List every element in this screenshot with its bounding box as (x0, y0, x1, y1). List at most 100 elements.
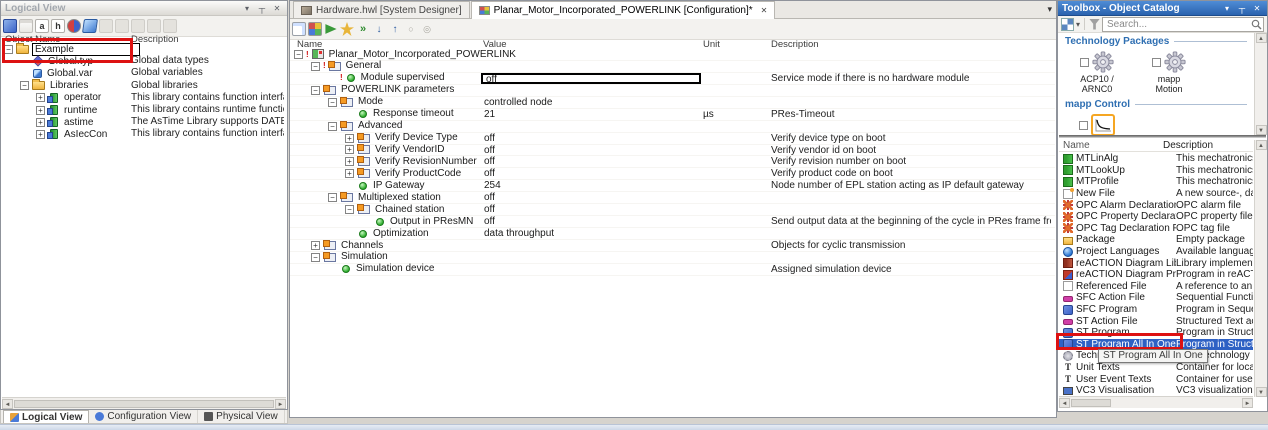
refresh-icon[interactable] (67, 19, 81, 33)
navigate-icon[interactable] (340, 22, 354, 36)
param-row-chained-station[interactable]: −Chained stationoff (290, 204, 1055, 216)
pin-icon[interactable]: ┬ (1236, 3, 1248, 14)
data-type-file-icon[interactable]: a (35, 19, 49, 33)
plus-expander-icon[interactable]: + (36, 93, 45, 102)
scroll-thumb[interactable] (14, 400, 274, 408)
chevron-down-icon[interactable]: ▾ (1221, 3, 1233, 14)
object-item-mtprofile[interactable]: MTProfileThis mechatronics library cor (1059, 176, 1253, 188)
column-description[interactable]: Description (1163, 140, 1253, 151)
param-value[interactable]: off (481, 168, 701, 179)
scroll-right-icon[interactable]: ► (275, 399, 286, 409)
param-row-planar-motor-incorporated-powerlink[interactable]: −!Planar_Motor_Incorporated_POWERLINK (290, 49, 1055, 61)
export-icon[interactable] (292, 22, 306, 36)
minus-expander-icon[interactable]: − (328, 122, 337, 131)
pin-icon[interactable]: ┬ (256, 3, 268, 14)
chevron-down-icon[interactable]: ▾ (241, 3, 253, 14)
scroll-up-icon[interactable]: ▲ (1256, 140, 1267, 150)
param-value[interactable] (481, 49, 701, 60)
object-item-user-event-texts[interactable]: TUser Event TextsContainer for user defi… (1059, 373, 1253, 385)
param-value[interactable] (481, 121, 701, 132)
param-row-verify-revisionnumber[interactable]: +Verify RevisionNumberoffVerify revision… (290, 156, 1055, 168)
object-item-reaction-diagram-library[interactable]: reACTION Diagram LibraryLibrary implemen… (1059, 257, 1253, 269)
param-row-channels[interactable]: +ChannelsObjects for cyclic transmission (290, 240, 1055, 252)
object-item-mtlinalg[interactable]: MTLinAlgThis mechatronics library cor (1059, 153, 1253, 165)
sort-descending-icon[interactable]: ↓ (372, 22, 386, 36)
object-item-st-action-file[interactable]: ST Action FileStructured Text action fil… (1059, 315, 1253, 327)
object-item-new-file[interactable]: New FileA new source-, data object-. (1059, 188, 1253, 200)
tree-item-example[interactable]: −Example (1, 43, 286, 55)
toolbox-item-control[interactable]: Control (1069, 112, 1125, 135)
scroll-left-icon[interactable]: ◄ (2, 399, 13, 409)
param-row-simulation-device[interactable]: Simulation deviceAssigned simulation dev… (290, 264, 1055, 276)
param-row-mode[interactable]: −Modecontrolled node (290, 97, 1055, 109)
compare-icon[interactable]: » (356, 22, 370, 36)
param-value[interactable]: off (481, 156, 701, 167)
checkbox[interactable] (1080, 58, 1089, 67)
filter-icon[interactable] (1089, 19, 1100, 30)
insert-icon[interactable] (324, 22, 338, 36)
object-item-opc-tag-declaration-file[interactable]: OPC Tag Declaration FileOPC tag file (1059, 223, 1253, 235)
view-tab-logical-view[interactable]: Logical View (3, 410, 89, 423)
minus-expander-icon[interactable]: − (345, 205, 354, 214)
toolbox-item-acp10-arnc0[interactable]: ACP10 /ARNC0 (1069, 49, 1125, 94)
param-value[interactable]: 254 (481, 180, 701, 191)
param-row-verify-vendorid[interactable]: +Verify VendorIDoffVerify vendor id on b… (290, 145, 1055, 157)
param-row-general[interactable]: −!General (290, 61, 1055, 73)
object-item-st-program[interactable]: ST ProgramProgram in Structured Text (1059, 327, 1253, 339)
param-value[interactable]: off (481, 204, 701, 215)
param-value[interactable]: off (481, 73, 701, 84)
param-row-advanced[interactable]: −Advanced (290, 121, 1055, 133)
param-row-response-timeout[interactable]: Response timeout21µsPRes-Timeout (290, 109, 1055, 121)
view-mode-icon[interactable] (1061, 18, 1074, 31)
sort-ascending-icon[interactable]: ↑ (388, 22, 402, 36)
scroll-down-icon[interactable]: ▼ (1256, 387, 1267, 397)
scroll-down-icon[interactable]: ▼ (1256, 125, 1267, 135)
param-value[interactable]: data throughput (481, 228, 701, 239)
view-tab-configuration-view[interactable]: Configuration View (89, 410, 198, 423)
close-icon[interactable]: ✕ (1251, 3, 1263, 14)
editor-tab-hardware-hwl-system-designer[interactable]: Hardware.hwl [System Designer] (293, 1, 470, 18)
object-item-project-languages[interactable]: Project LanguagesAvailable languages for… (1059, 246, 1253, 258)
close-icon[interactable]: ✕ (271, 3, 283, 14)
object-item-opc-property-declaration[interactable]: OPC Property Declaration ...OPC property… (1059, 211, 1253, 223)
param-value[interactable]: off (481, 133, 701, 144)
list-vertical-scrollbar[interactable]: ▲ ▼ (1254, 140, 1267, 397)
tree-item-global-var[interactable]: Global.varGlobal variables (1, 67, 286, 79)
search-input[interactable] (1102, 17, 1264, 32)
toolbox-item-mapp-motion[interactable]: mappMotion (1141, 49, 1197, 94)
new-object-icon[interactable] (3, 19, 17, 33)
param-row-verify-device-type[interactable]: +Verify Device TypeoffVerify device type… (290, 133, 1055, 145)
header-file-icon[interactable]: h (51, 19, 65, 33)
param-row-powerlink-parameters[interactable]: −POWERLINK parameters (290, 85, 1055, 97)
scroll-thumb[interactable] (1071, 399, 1111, 407)
checkbox[interactable] (1152, 58, 1161, 67)
view-mode-dropdown-icon[interactable]: ▾ (1076, 20, 1080, 29)
param-value[interactable] (481, 240, 701, 251)
param-row-ip-gateway[interactable]: IP Gateway254Node number of EPL station … (290, 180, 1055, 192)
object-item-vc3-visualisation[interactable]: VC3 VisualisationVC3 visualization (for … (1059, 385, 1253, 395)
object-item-package[interactable]: PackageEmpty package (1059, 234, 1253, 246)
section-header-technology-packages[interactable]: Technology Packages (1059, 33, 1253, 48)
param-row-verify-productcode[interactable]: +Verify ProductCodeoffVerify product cod… (290, 168, 1055, 180)
object-item-mtlookup[interactable]: MTLookUpThis mechatronics library cor (1059, 165, 1253, 177)
minus-expander-icon[interactable]: − (311, 253, 320, 262)
param-value[interactable] (481, 252, 701, 263)
minus-expander-icon[interactable]: − (311, 62, 320, 71)
param-row-output-in-presmn[interactable]: Output in PResMNoffSend output data at t… (290, 216, 1055, 228)
param-row-module-supervised[interactable]: !Module supervisedoffService mode if the… (290, 73, 1055, 85)
list-horizontal-scrollbar[interactable]: ◄ ► (1059, 396, 1253, 408)
param-value[interactable] (481, 61, 701, 72)
close-icon[interactable]: ✕ (761, 6, 768, 15)
object-item-sfc-action-file[interactable]: SFC Action FileSequential Function Chart… (1059, 292, 1253, 304)
param-row-simulation[interactable]: −Simulation (290, 252, 1055, 264)
edit-object-icon[interactable] (82, 19, 98, 33)
tree-item-operator[interactable]: +operatorThis library contains function … (1, 92, 286, 104)
plus-expander-icon[interactable]: + (36, 130, 45, 139)
checkbox[interactable] (1079, 121, 1088, 130)
editor-tab-planar-motor-incorporated-powerlink-conf[interactable]: Planar_Motor_Incorporated_POWERLINK [Con… (471, 1, 776, 19)
plus-expander-icon[interactable]: + (345, 145, 354, 154)
minus-expander-icon[interactable]: − (328, 193, 337, 202)
scroll-right-icon[interactable]: ► (1242, 398, 1253, 408)
plus-expander-icon[interactable]: + (36, 118, 45, 127)
scroll-left-icon[interactable]: ◄ (1059, 398, 1070, 408)
